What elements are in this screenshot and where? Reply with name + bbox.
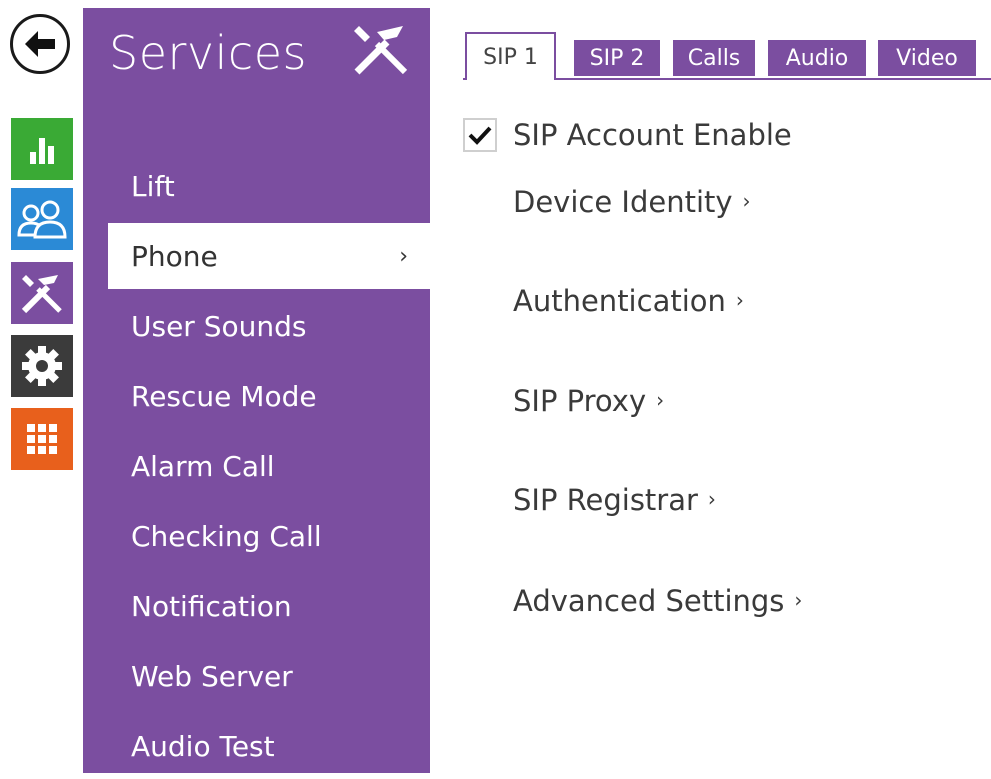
tab-label: Calls <box>687 45 741 71</box>
tab-calls[interactable]: Calls <box>673 40 755 76</box>
menu-item-notification[interactable]: Notification <box>83 573 430 639</box>
tab-video[interactable]: Video <box>878 40 976 76</box>
menu-item-label: Rescue Mode <box>131 379 317 413</box>
tab-label: SIP 2 <box>589 45 645 71</box>
bar-chart-icon <box>30 138 54 164</box>
sip-account-enable-checkbox[interactable] <box>463 118 497 152</box>
menu-item-lift[interactable]: Lift <box>83 153 430 219</box>
tab-label: SIP 1 <box>483 44 538 70</box>
menu-item-user-sounds[interactable]: User Sounds <box>83 293 430 359</box>
menu-item-label: Lift <box>131 169 175 203</box>
services-menu: Services Lift Phone › User Sounds Rescue… <box>83 8 430 773</box>
section-label: Device Identity <box>513 185 733 219</box>
users-icon <box>17 200 67 239</box>
app-nav-rail <box>0 0 80 773</box>
section-sip-registrar[interactable]: SIP Registrar › <box>513 483 716 517</box>
menu-item-label: Alarm Call <box>131 449 275 483</box>
section-device-identity[interactable]: Device Identity › <box>513 185 751 219</box>
chevron-right-icon: › <box>399 243 408 269</box>
back-button[interactable] <box>10 14 70 74</box>
section-sip-proxy[interactable]: SIP Proxy › <box>513 384 664 418</box>
section-advanced-settings[interactable]: Advanced Settings › <box>513 584 802 618</box>
chevron-right-icon: › <box>656 388 665 412</box>
chevron-right-icon: › <box>742 189 751 213</box>
menu-item-phone[interactable]: Phone › <box>108 223 430 289</box>
sip-account-enable-label: SIP Account Enable <box>513 118 792 152</box>
nav-services-button[interactable] <box>11 262 73 324</box>
menu-item-web-server[interactable]: Web Server <box>83 643 430 709</box>
checkmark-icon <box>468 126 492 145</box>
menu-item-label: Audio Test <box>131 729 275 763</box>
tools-icon <box>354 26 408 75</box>
menu-item-rescue-mode[interactable]: Rescue Mode <box>83 363 430 429</box>
section-label: SIP Proxy <box>513 384 647 418</box>
tab-sip-2[interactable]: SIP 2 <box>574 40 660 76</box>
chevron-right-icon: › <box>735 288 744 312</box>
section-label: SIP Registrar <box>513 483 698 517</box>
gear-icon <box>22 346 62 386</box>
grid-icon <box>27 424 57 454</box>
nav-hardware-button[interactable] <box>11 335 73 397</box>
menu-item-label: Notification <box>131 589 292 623</box>
menu-item-label: User Sounds <box>131 309 307 343</box>
section-authentication[interactable]: Authentication › <box>513 284 744 318</box>
menu-item-checking-call[interactable]: Checking Call <box>83 503 430 569</box>
nav-system-button[interactable] <box>11 408 73 470</box>
sip-account-enable-row: SIP Account Enable <box>463 118 792 152</box>
tools-icon <box>21 275 62 314</box>
tab-label: Video <box>896 45 958 71</box>
tab-sip-1[interactable]: SIP 1 <box>465 32 556 80</box>
menu-item-label: Phone <box>131 239 218 273</box>
menu-item-audio-test[interactable]: Audio Test <box>83 713 430 779</box>
section-label: Advanced Settings <box>513 584 785 618</box>
chevron-right-icon: › <box>707 487 716 511</box>
menu-item-label: Checking Call <box>131 519 322 553</box>
tab-bar: SIP 1 SIP 2 Calls Audio Video <box>463 32 991 80</box>
menu-title: Services <box>109 26 307 80</box>
menu-item-alarm-call[interactable]: Alarm Call <box>83 433 430 499</box>
nav-status-button[interactable] <box>11 118 73 180</box>
nav-directory-button[interactable] <box>11 188 73 250</box>
back-arrow-icon <box>25 31 55 57</box>
section-label: Authentication <box>513 284 726 318</box>
tab-audio[interactable]: Audio <box>768 40 866 76</box>
tab-label: Audio <box>785 45 849 71</box>
chevron-right-icon: › <box>794 588 803 612</box>
menu-item-label: Web Server <box>131 659 293 693</box>
